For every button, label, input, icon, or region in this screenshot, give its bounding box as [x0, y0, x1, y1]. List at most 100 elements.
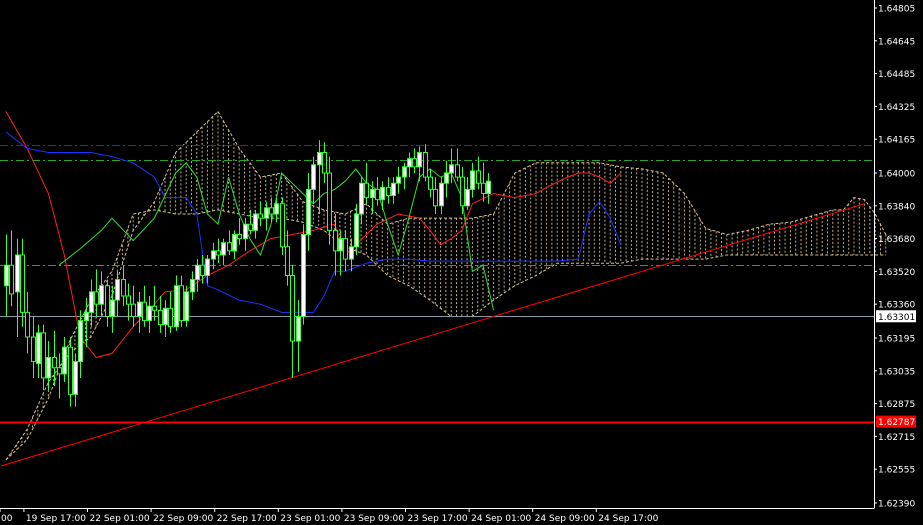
candle-bull — [317, 152, 322, 166]
y-tick-label: 1.64325 — [878, 103, 915, 113]
candle-bull — [84, 311, 89, 322]
candle-bull — [211, 250, 216, 260]
candle-bear — [333, 229, 338, 252]
candle-bull — [110, 299, 115, 317]
candle-bull — [449, 164, 454, 174]
candle-bear — [455, 164, 460, 178]
candle-bull — [296, 315, 301, 342]
candle-bear — [364, 182, 369, 199]
candle-bear — [179, 285, 184, 322]
candle-bear — [227, 242, 232, 252]
candle-bear — [121, 279, 126, 297]
x-tick-label: 23 Sep 09:00 — [344, 514, 404, 524]
y-tick-label: 1.63520 — [878, 268, 915, 278]
candle-bear — [41, 332, 46, 379]
candle-bear — [200, 264, 205, 276]
candle-bull — [301, 233, 306, 317]
candle-bull — [359, 182, 364, 215]
candle-bear — [343, 238, 348, 260]
candle-bull — [338, 238, 343, 252]
candle-bear — [94, 291, 99, 305]
candle-bull — [89, 291, 94, 313]
candle-bear — [248, 223, 253, 231]
candle-bear — [423, 152, 428, 178]
candle-bull — [221, 242, 226, 256]
candle-bear — [20, 254, 25, 313]
candle-bull — [417, 152, 422, 168]
candle-bull — [306, 188, 311, 235]
candle-bear — [152, 305, 157, 311]
candle-bear — [476, 170, 481, 184]
y-tick-label: 1.63680 — [878, 235, 915, 245]
y-tick-label: 1.64805 — [878, 5, 915, 15]
price-tag-label: 1.62787 — [878, 418, 915, 428]
candle-bear — [168, 307, 173, 328]
candle-bull — [78, 320, 83, 363]
x-tick-label: 22 Sep 09:00 — [153, 514, 213, 524]
candle-bear — [269, 207, 274, 215]
x-tick-label: 24 Sep 17:00 — [598, 514, 658, 524]
candle-bull — [190, 279, 195, 293]
candle-bull — [439, 182, 444, 207]
candle-bull — [402, 166, 407, 178]
candle-bull — [73, 361, 78, 395]
candle-bear — [280, 203, 285, 248]
candle-bear — [158, 309, 163, 326]
candle-bull — [349, 246, 354, 260]
candle-bear — [258, 213, 263, 219]
candle-bull — [407, 158, 412, 168]
x-tick-label: 23 Sep 17:00 — [408, 514, 468, 524]
x-tick-label: 00 — [1, 514, 13, 524]
candle-bull — [486, 180, 491, 194]
candle-bear — [481, 182, 486, 194]
candle-bull — [115, 279, 120, 301]
candle-bull — [46, 356, 51, 379]
candle-bear — [142, 301, 147, 322]
y-tick-label: 1.64645 — [878, 37, 915, 47]
candle-bear — [31, 336, 36, 363]
candle-bull — [147, 305, 152, 322]
candle-bear — [386, 186, 391, 197]
candle-bull — [274, 203, 279, 215]
candle-bull — [174, 285, 179, 328]
candle-bear — [131, 303, 136, 317]
candle-bear — [375, 188, 380, 201]
candle-bull — [391, 182, 396, 197]
candle-bear — [25, 311, 30, 338]
candle-bear — [237, 233, 242, 240]
candle-bull — [15, 254, 20, 293]
candle-bull — [380, 186, 385, 201]
x-tick-label: 23 Sep 01:00 — [280, 514, 340, 524]
candle-bull — [470, 170, 475, 190]
candle-bear — [126, 295, 131, 305]
x-tick-label: 24 Sep 01:00 — [471, 514, 531, 524]
candle-bull — [4, 264, 9, 287]
y-tick-label: 1.62390 — [878, 500, 915, 510]
candle-bear — [290, 274, 295, 342]
price-chart[interactable]: 1.64805 1.64645 1.64485 1.64325 1.64165 1.640… — [0, 0, 923, 525]
y-tick-label: 1.63840 — [878, 202, 915, 212]
y-tick-label: 1.64485 — [878, 70, 915, 80]
candle-bear — [9, 264, 14, 295]
candle-bear — [105, 285, 110, 317]
candle-bull — [465, 188, 470, 207]
candle-bear — [460, 176, 465, 207]
y-tick-label: 1.64000 — [878, 170, 915, 180]
candle-bull — [354, 213, 359, 248]
candle-bull — [195, 264, 200, 281]
candle-bear — [412, 158, 417, 168]
candle-bear — [433, 188, 438, 207]
candle-bear — [216, 250, 221, 256]
x-tick-label: 22 Sep 17:00 — [217, 514, 277, 524]
candle-bull — [163, 307, 168, 326]
candle-bull — [137, 301, 142, 317]
candle-bull — [99, 285, 104, 305]
y-tick-label: 1.63195 — [878, 335, 915, 345]
candle-bear — [322, 152, 327, 174]
candle-bear — [327, 172, 332, 231]
x-tick-label: 19 Sep 17:00 — [26, 514, 86, 524]
candle-bull — [311, 164, 316, 190]
candle-bull — [253, 213, 258, 231]
candle-bear — [68, 346, 73, 395]
y-tick-label: 1.63035 — [878, 367, 915, 377]
